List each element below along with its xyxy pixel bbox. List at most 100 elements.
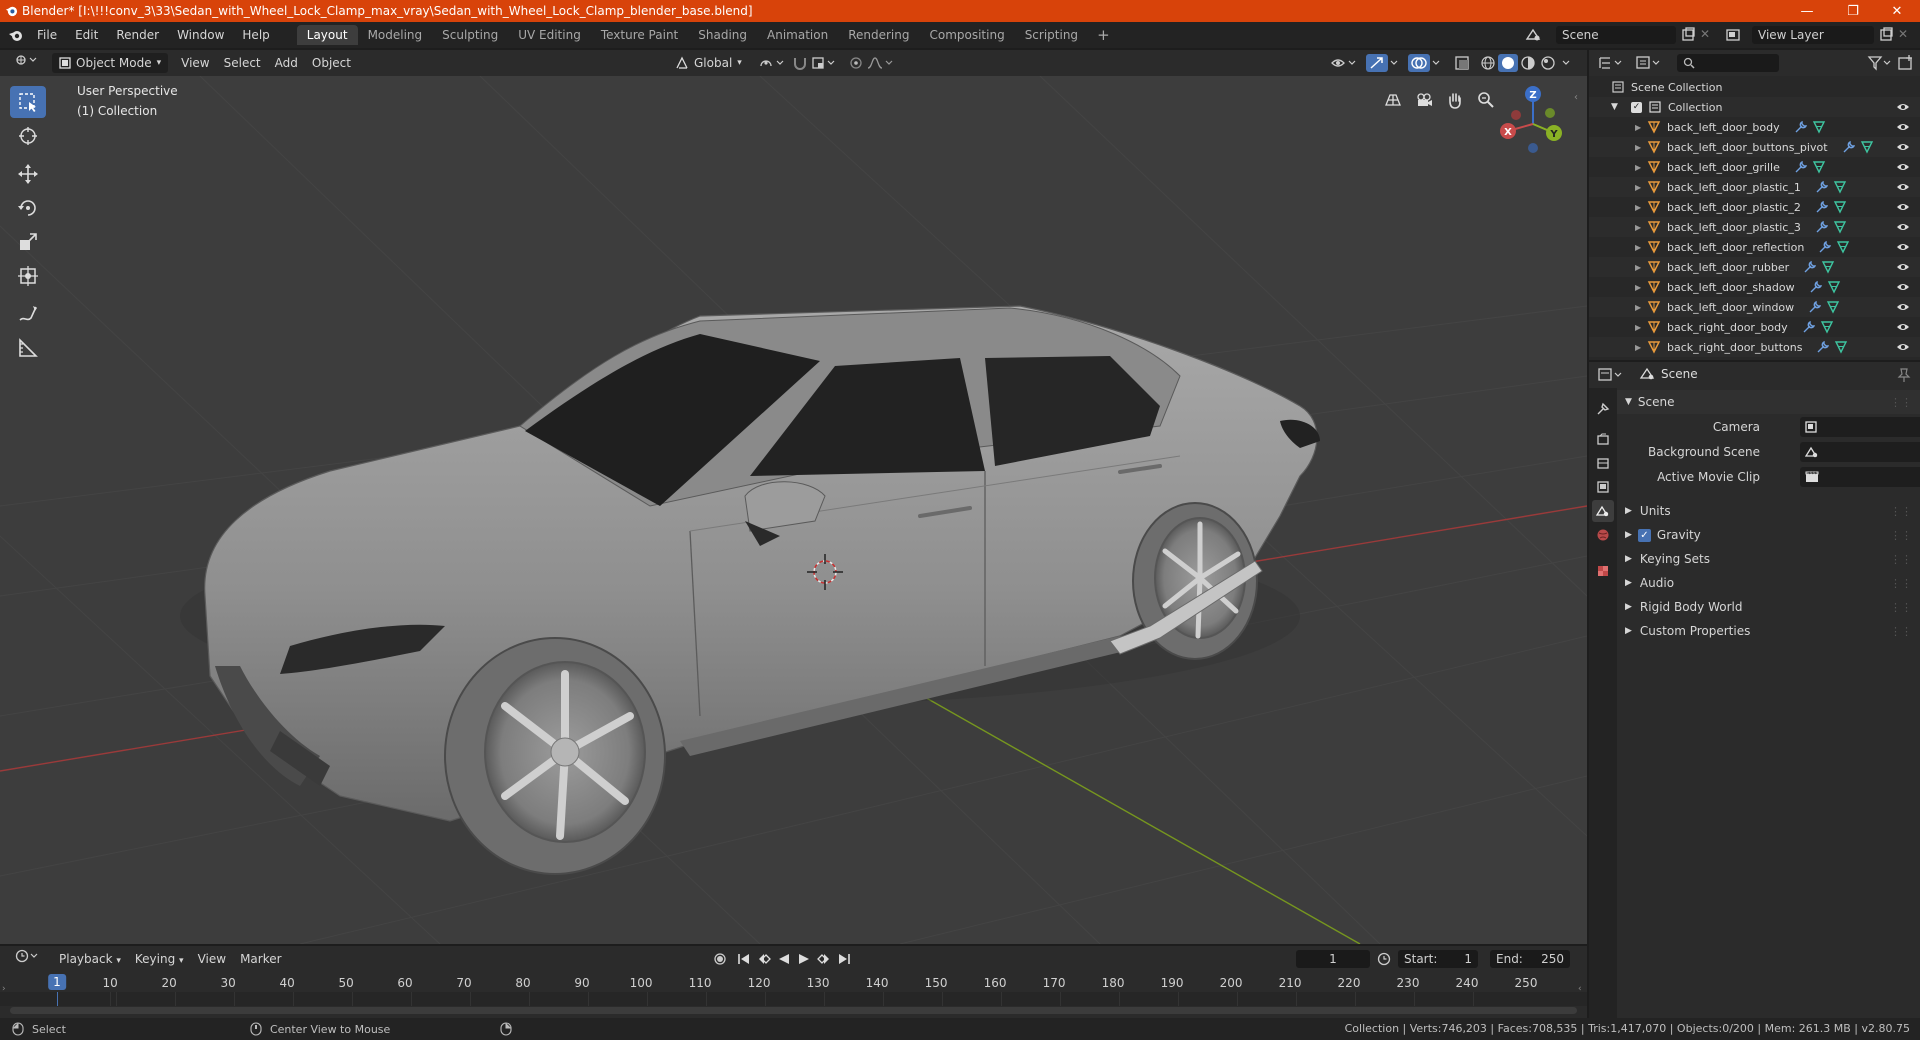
eye-icon[interactable] [1896, 221, 1910, 233]
tab-texture[interactable] [1592, 560, 1614, 582]
modifier-wrench-icon[interactable] [1816, 340, 1830, 354]
modifier-wrench-icon[interactable] [1809, 280, 1823, 294]
remove-view-layer-icon[interactable]: ✕ [1898, 27, 1912, 41]
outliner-object-row[interactable]: ▶ back_left_door_plastic_3 [1589, 217, 1920, 237]
expand-arrow-icon[interactable]: ▶ [1635, 163, 1647, 172]
keying-menu[interactable]: Keying ▾ [128, 949, 191, 969]
blender-menu-icon[interactable] [8, 28, 24, 42]
navigation-gizmo[interactable]: Z X Y [1496, 82, 1570, 162]
eye-icon[interactable] [1896, 101, 1910, 113]
prev-keyframe-button[interactable] [756, 951, 772, 967]
outliner-search-input[interactable] [1677, 54, 1779, 72]
expand-arrow-icon[interactable]: ▶ [1635, 243, 1647, 252]
tab-tool[interactable] [1592, 398, 1614, 420]
expand-arrow-icon[interactable]: ▶ [1635, 183, 1647, 192]
tab-world[interactable] [1592, 524, 1614, 546]
mesh-data-icon[interactable] [1821, 260, 1835, 274]
move-tool[interactable] [10, 158, 46, 190]
new-view-layer-icon[interactable] [1878, 27, 1894, 43]
gizmo-dropdown-icon[interactable] [1388, 55, 1402, 71]
end-frame-field[interactable]: End: 250 [1490, 950, 1570, 968]
keying-sets-section[interactable]: ▶ Keying Sets ⋮⋮ [1617, 547, 1920, 571]
overlay-dropdown-icon[interactable] [1430, 55, 1444, 71]
expand-arrow-icon[interactable]: ▶ [1635, 123, 1647, 132]
outliner-object-row[interactable]: ▶ back_right_door_buttons [1589, 337, 1920, 357]
menu-add[interactable]: Add [268, 53, 305, 73]
drag-handle-icon[interactable]: ⋮⋮ [1890, 553, 1912, 566]
gravity-checkbox[interactable]: ✓ [1637, 528, 1651, 542]
timeline-scrollbar[interactable] [10, 1007, 1577, 1014]
eye-icon[interactable] [1896, 181, 1910, 193]
timeline-left-arrow-icon[interactable]: › [2, 984, 6, 994]
tab-shading[interactable]: Shading [688, 25, 757, 45]
properties-editor-type-icon[interactable] [1597, 366, 1625, 384]
eye-icon[interactable] [1896, 281, 1910, 293]
expand-arrow-icon[interactable]: ▶ [1635, 283, 1647, 292]
new-scene-icon[interactable] [1680, 27, 1696, 43]
tab-output[interactable] [1592, 452, 1614, 474]
eye-icon[interactable] [1896, 241, 1910, 253]
custom-properties-section[interactable]: ▶ Custom Properties ⋮⋮ [1617, 619, 1920, 643]
background-scene-field[interactable] [1800, 442, 1920, 462]
overlay-toggle-icon[interactable] [1408, 54, 1430, 72]
timeline-body[interactable]: 1 10 20 30 40 50 60 70 80 90 100 110 120 130 140 150 160… [0, 972, 1587, 1018]
marker-menu[interactable]: Marker [233, 949, 288, 969]
display-mode-icon[interactable] [1635, 54, 1663, 72]
tab-modeling[interactable]: Modeling [358, 25, 433, 45]
rendered-shading-icon[interactable] [1540, 55, 1556, 71]
collapse-arrow-icon[interactable]: ▼ [1611, 102, 1625, 112]
gizmo-toggle-icon[interactable] [1366, 54, 1388, 72]
expand-arrow-icon[interactable]: ▶ [1635, 263, 1647, 272]
solid-shading-icon[interactable] [1498, 54, 1518, 72]
add-workspace-button[interactable]: + [1088, 22, 1119, 48]
menu-select[interactable]: Select [217, 53, 268, 73]
eye-icon[interactable] [1896, 201, 1910, 213]
modifier-wrench-icon[interactable] [1802, 320, 1816, 334]
eye-icon[interactable] [1896, 161, 1910, 173]
menu-help[interactable]: Help [233, 22, 278, 48]
drag-handle-icon[interactable]: ⋮⋮ [1890, 529, 1912, 542]
frame-ruler[interactable]: 1 10 20 30 40 50 60 70 80 90 100 110 120 130 140 150 160… [0, 972, 1587, 992]
tab-render[interactable] [1592, 428, 1614, 450]
visibility-filter-icon[interactable] [1330, 55, 1360, 71]
menu-object[interactable]: Object [305, 53, 358, 73]
close-window-button[interactable]: ✕ [1874, 0, 1920, 22]
expand-arrow-icon[interactable]: ▶ [1635, 303, 1647, 312]
outliner-object-row[interactable]: ▶ back_left_door_reflection [1589, 237, 1920, 257]
expand-arrow-icon[interactable]: ▶ [1635, 323, 1647, 332]
drag-handle-icon[interactable]: ⋮⋮ [1890, 396, 1912, 409]
mesh-data-icon[interactable] [1833, 220, 1847, 234]
cursor-tool[interactable] [10, 120, 46, 152]
eye-icon[interactable] [1896, 141, 1910, 153]
play-reverse-button[interactable] [776, 951, 792, 967]
scene-selector[interactable]: Scene [1556, 26, 1676, 44]
3d-viewport[interactable]: User Perspective (1) Collection Z X Y ‹ [0, 76, 1587, 944]
modifier-wrench-icon[interactable] [1808, 300, 1822, 314]
mesh-data-icon[interactable] [1836, 240, 1850, 254]
outliner-object-row[interactable]: ▶ back_left_door_plastic_2 [1589, 197, 1920, 217]
outliner-object-row[interactable]: ▶ back_left_door_buttons_pivot [1589, 137, 1920, 157]
timeline-editor-type-button[interactable] [8, 949, 48, 969]
pan-view-button[interactable] [1441, 86, 1469, 114]
timeline-right-arrow-icon[interactable]: ‹ [1578, 984, 1582, 994]
modifier-wrench-icon[interactable] [1842, 140, 1856, 154]
expand-arrow-icon[interactable]: ▶ [1635, 343, 1647, 352]
sidebar-toggle-icon[interactable]: ‹ [1574, 92, 1578, 103]
eye-icon[interactable] [1896, 121, 1910, 133]
select-box-tool[interactable] [10, 86, 46, 118]
tab-scene[interactable] [1592, 500, 1614, 522]
menu-file[interactable]: File [28, 22, 66, 48]
mesh-data-icon[interactable] [1812, 160, 1826, 174]
gravity-section[interactable]: ▶ ✓ Gravity ⋮⋮ [1617, 523, 1920, 547]
transform-orientation-dropdown[interactable]: Global ▾ [668, 53, 749, 73]
record-button[interactable] [712, 951, 728, 967]
mesh-data-icon[interactable] [1812, 120, 1826, 134]
drag-handle-icon[interactable]: ⋮⋮ [1890, 505, 1912, 518]
editor-type-button[interactable] [8, 53, 44, 73]
remove-scene-icon[interactable]: ✕ [1700, 27, 1714, 41]
tab-layout[interactable]: Layout [296, 25, 358, 45]
start-frame-field[interactable]: Start: 1 [1398, 950, 1478, 968]
audio-section[interactable]: ▶ Audio ⋮⋮ [1617, 571, 1920, 595]
eye-icon[interactable] [1896, 301, 1910, 313]
tab-rendering[interactable]: Rendering [838, 25, 919, 45]
